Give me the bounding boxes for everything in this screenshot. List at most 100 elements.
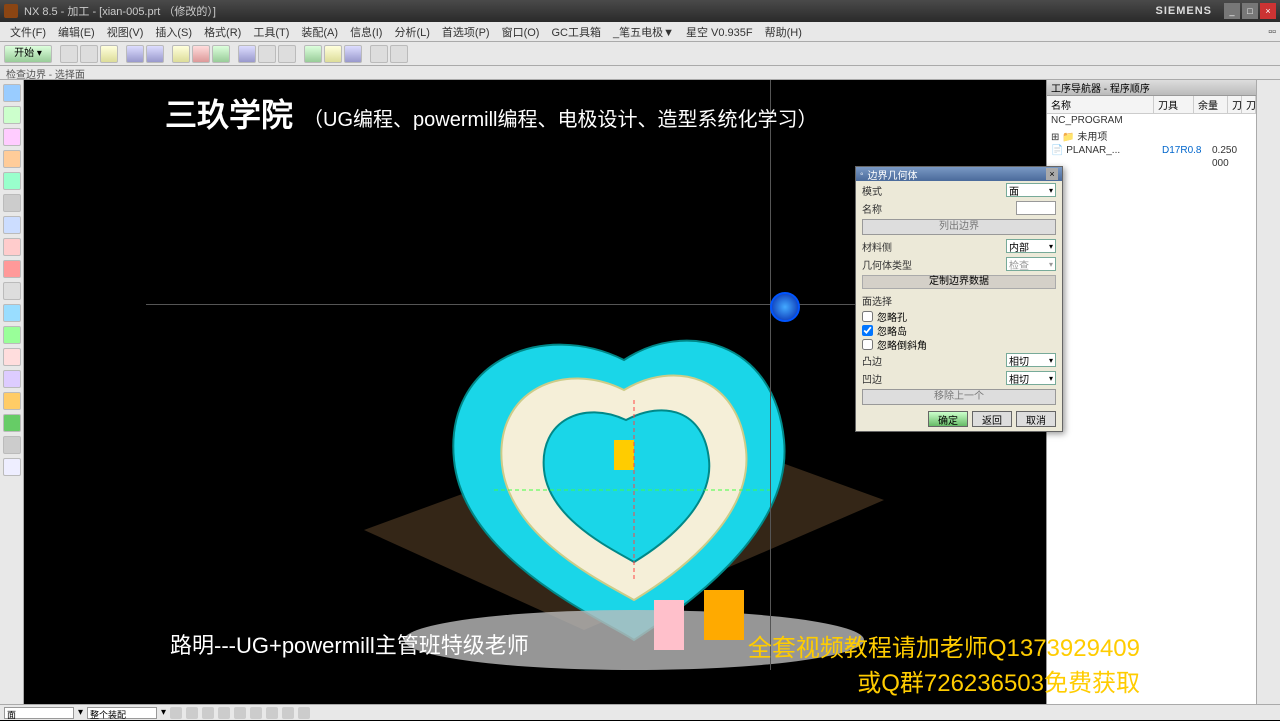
left-btn-4[interactable]	[3, 150, 21, 168]
menu-xingkong[interactable]: 星空 V0.935F	[680, 24, 759, 40]
tool-btn-9[interactable]	[238, 45, 256, 63]
bottom-status-bar: 面 ▾ 整个装配 ▾	[0, 704, 1280, 720]
left-btn-1[interactable]	[3, 84, 21, 102]
left-btn-11[interactable]	[3, 304, 21, 322]
dropdown-icon-2[interactable]: ▾	[161, 707, 166, 718]
left-btn-16[interactable]	[3, 414, 21, 432]
crosshair-vertical	[770, 80, 771, 670]
left-btn-14[interactable]	[3, 370, 21, 388]
ignore-chamfer-label: 忽略倒斜角	[877, 337, 927, 352]
tool-btn-2[interactable]	[80, 45, 98, 63]
nav-row-4[interactable]: 000	[1047, 157, 1256, 170]
snap-btn-6[interactable]	[250, 707, 262, 719]
left-btn-12[interactable]	[3, 326, 21, 344]
custom-boundary-button[interactable]: 定制边界数据	[862, 275, 1056, 289]
dropdown-icon[interactable]: ▾	[78, 707, 83, 718]
snap-btn-7[interactable]	[266, 707, 278, 719]
dialog-titlebar[interactable]: ◦ 边界几何体 ×	[856, 167, 1062, 181]
facesel-label: 面选择	[862, 293, 922, 308]
snap-btn-3[interactable]	[202, 707, 214, 719]
tool-btn-11[interactable]	[278, 45, 296, 63]
mode-select[interactable]: 面	[1006, 183, 1056, 197]
left-btn-3[interactable]	[3, 128, 21, 146]
snap-btn-5[interactable]	[234, 707, 246, 719]
tool-btn-10[interactable]	[258, 45, 276, 63]
menu-help[interactable]: 帮助(H)	[759, 24, 808, 40]
dialog-close-icon[interactable]: ×	[1046, 168, 1058, 180]
tool-btn-7[interactable]	[192, 45, 210, 63]
tool-btn-14[interactable]	[344, 45, 362, 63]
cancel-button[interactable]: 取消	[1016, 411, 1056, 427]
tool-btn-4[interactable]	[126, 45, 144, 63]
menu-edit[interactable]: 编辑(E)	[52, 24, 101, 40]
tool-btn-13[interactable]	[324, 45, 342, 63]
left-btn-5[interactable]	[3, 172, 21, 190]
tool-btn-12[interactable]	[304, 45, 322, 63]
left-btn-10[interactable]	[3, 282, 21, 300]
snap-btn-1[interactable]	[170, 707, 182, 719]
remove-last-button[interactable]: 移除上一个	[862, 389, 1056, 405]
col-4[interactable]: 刀	[1242, 96, 1256, 113]
start-button[interactable]: 开始 ▾	[4, 45, 52, 63]
left-btn-15[interactable]	[3, 392, 21, 410]
left-btn-13[interactable]	[3, 348, 21, 366]
left-btn-2[interactable]	[3, 106, 21, 124]
menu-bar: 文件(F) 编辑(E) 视图(V) 插入(S) 格式(R) 工具(T) 装配(A…	[0, 22, 1280, 42]
nav-row-program[interactable]: NC_PROGRAM	[1047, 114, 1256, 127]
snap-btn-8[interactable]	[282, 707, 294, 719]
menu-format[interactable]: 格式(R)	[198, 24, 247, 40]
concave-select[interactable]: 相切	[1006, 371, 1056, 385]
menu-info[interactable]: 信息(I)	[344, 24, 388, 40]
tool-btn-1[interactable]	[60, 45, 78, 63]
menu-window[interactable]: 窗口(O)	[496, 24, 546, 40]
tool-btn-15[interactable]	[370, 45, 388, 63]
close-button[interactable]: ×	[1260, 3, 1276, 19]
app-logo-icon	[4, 4, 18, 18]
tool-btn-16[interactable]	[390, 45, 408, 63]
ignore-chamfer-checkbox[interactable]	[862, 339, 873, 350]
nav-row-unused[interactable]: ⊞ 📁 未用项	[1047, 127, 1256, 144]
col-3[interactable]: 刀	[1228, 96, 1242, 113]
minimize-button[interactable]: _	[1224, 3, 1240, 19]
menu-analysis[interactable]: 分析(L)	[388, 24, 435, 40]
list-boundary-button[interactable]: 列出边界	[862, 219, 1056, 235]
left-btn-8[interactable]	[3, 238, 21, 256]
col-tool[interactable]: 刀具	[1154, 96, 1194, 113]
menu-electrode[interactable]: _笔五电极▼	[607, 24, 680, 40]
nav-row-planar[interactable]: 📄 PLANAR_...D17R0.80.250	[1047, 144, 1256, 157]
left-btn-17[interactable]	[3, 436, 21, 454]
left-btn-18[interactable]	[3, 458, 21, 476]
menu-collapse-icon[interactable]: ▫▫	[1268, 26, 1280, 38]
mode-label: 模式	[862, 183, 922, 198]
menu-tools[interactable]: 工具(T)	[247, 24, 295, 40]
menu-view[interactable]: 视图(V)	[101, 24, 150, 40]
col-name[interactable]: 名称	[1047, 96, 1154, 113]
snap-btn-4[interactable]	[218, 707, 230, 719]
back-button[interactable]: 返回	[972, 411, 1012, 427]
left-btn-6[interactable]	[3, 194, 21, 212]
col-stock[interactable]: 余量	[1194, 96, 1228, 113]
tool-btn-8[interactable]	[212, 45, 230, 63]
maximize-button[interactable]: □	[1242, 3, 1258, 19]
left-btn-9[interactable]	[3, 260, 21, 278]
name-input[interactable]	[1016, 201, 1056, 215]
tool-btn-3[interactable]	[100, 45, 118, 63]
ignore-holes-checkbox[interactable]	[862, 311, 873, 322]
menu-insert[interactable]: 插入(S)	[149, 24, 198, 40]
snap-btn-2[interactable]	[186, 707, 198, 719]
menu-file[interactable]: 文件(F)	[4, 24, 52, 40]
ignore-islands-checkbox[interactable]	[862, 325, 873, 336]
filter-scope-select[interactable]: 整个装配	[87, 707, 157, 719]
menu-assembly[interactable]: 装配(A)	[295, 24, 344, 40]
tool-btn-5[interactable]	[146, 45, 164, 63]
tool-btn-6[interactable]	[172, 45, 190, 63]
filter-type-select[interactable]: 面	[4, 707, 74, 719]
menu-gctoolbox[interactable]: GC工具箱	[545, 24, 607, 40]
snap-btn-9[interactable]	[298, 707, 310, 719]
convex-select[interactable]: 相切	[1006, 353, 1056, 367]
ok-button[interactable]: 确定	[928, 411, 968, 427]
left-btn-7[interactable]	[3, 216, 21, 234]
menu-preferences[interactable]: 首选项(P)	[436, 24, 496, 40]
pin-icon[interactable]: ◦	[860, 169, 864, 180]
material-select[interactable]: 内部	[1006, 239, 1056, 253]
